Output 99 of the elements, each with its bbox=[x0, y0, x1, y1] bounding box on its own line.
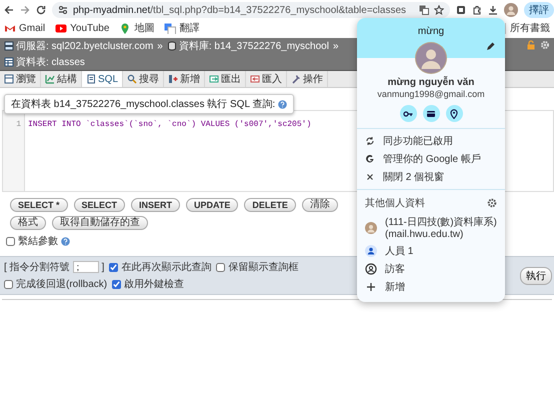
section-heading: 其他個人資料 bbox=[365, 196, 425, 210]
help-icon[interactable] bbox=[61, 236, 70, 246]
menu-item[interactable]: 關閉 2 個視窗 bbox=[357, 168, 505, 186]
video-play-icon bbox=[55, 22, 68, 34]
delimiter-label: [ 指令分割符號 bbox=[4, 260, 70, 274]
settings-icon[interactable] bbox=[487, 198, 497, 208]
translate-icon bbox=[164, 22, 176, 34]
export-icon bbox=[209, 74, 220, 84]
breadcrumb-separator: » bbox=[332, 40, 338, 52]
server-icon bbox=[4, 41, 14, 51]
search-icon bbox=[127, 74, 138, 84]
query-button[interactable]: 格式 bbox=[10, 216, 46, 230]
profile-button[interactable]: 擇評 bbox=[524, 2, 554, 18]
query-button[interactable]: 取得自動儲存的查 bbox=[52, 216, 148, 230]
download-icon[interactable] bbox=[488, 5, 498, 15]
query-button[interactable]: INSERT bbox=[131, 198, 180, 212]
sync-icon bbox=[365, 136, 375, 146]
checkbox-label: 啟用外鍵檢查 bbox=[124, 278, 184, 291]
query-button[interactable]: DELETE bbox=[244, 198, 296, 212]
profile-item[interactable]: (111-日四技(數)資料庫系) (mail.hwu.edu.tw) bbox=[357, 213, 505, 242]
bookmark[interactable]: 翻譯 bbox=[164, 21, 200, 35]
location-icon bbox=[449, 108, 459, 118]
wrench-icon bbox=[291, 74, 302, 84]
close-icon bbox=[365, 172, 375, 182]
table-icon bbox=[4, 74, 14, 84]
key-icon bbox=[403, 108, 413, 118]
gmail-icon bbox=[4, 22, 16, 34]
profile-greeting: mừng bbox=[418, 26, 444, 38]
back-icon[interactable] bbox=[4, 5, 14, 15]
address-bar[interactable]: php-myadmin.net/tbl_sql.php?db=b14_37522276_myschool&table=classes bbox=[52, 2, 450, 18]
table-icon bbox=[4, 57, 14, 67]
line-number: 1 bbox=[15, 120, 21, 129]
bracket: ] bbox=[102, 262, 104, 272]
star-icon[interactable] bbox=[434, 5, 444, 15]
insert-icon bbox=[168, 74, 178, 84]
tab[interactable]: 匯入 bbox=[246, 71, 288, 87]
checkbox[interactable] bbox=[4, 280, 13, 288]
profile-item[interactable]: 新增 bbox=[357, 278, 505, 296]
passwords-button[interactable] bbox=[400, 105, 416, 122]
payment-button[interactable] bbox=[422, 105, 440, 122]
tab[interactable]: 搜尋 bbox=[123, 71, 164, 87]
breadcrumb-separator: » bbox=[157, 40, 163, 52]
profile-item[interactable]: 訪客 bbox=[357, 260, 505, 278]
avatar-icon bbox=[415, 42, 447, 74]
map-pin-icon bbox=[119, 22, 132, 34]
query-button[interactable]: SELECT bbox=[74, 198, 126, 212]
translate-icon[interactable] bbox=[419, 5, 429, 15]
bookmark[interactable]: 地圖 bbox=[119, 21, 154, 35]
help-icon[interactable] bbox=[278, 100, 288, 108]
code-line: INSERT INTO `classes`(`sno`, `cno`) VALUES ('s007','sc205') bbox=[28, 120, 312, 129]
query-button[interactable]: SELECT * bbox=[10, 198, 68, 212]
reload-icon[interactable] bbox=[36, 5, 46, 15]
checkbox[interactable] bbox=[109, 262, 118, 272]
avatar-icon bbox=[365, 222, 377, 234]
bookmark[interactable]: YouTube bbox=[55, 22, 110, 34]
breadcrumb-link[interactable]: 資料表: classes bbox=[16, 55, 85, 69]
checkbox[interactable] bbox=[112, 280, 122, 288]
card-icon bbox=[426, 108, 436, 118]
menu-item[interactable]: 管理你的 Google 帳戶 bbox=[357, 150, 505, 168]
go-button[interactable]: 執行 bbox=[520, 266, 552, 284]
tab[interactable]: 操作 bbox=[287, 71, 328, 87]
avatar-icon[interactable] bbox=[504, 3, 518, 17]
structure-icon bbox=[45, 74, 55, 84]
tab[interactable]: 瀏覽 bbox=[0, 71, 41, 87]
tune-icon bbox=[58, 5, 68, 15]
breadcrumb-link[interactable]: 伺服器: sql202.byetcluster.com bbox=[16, 39, 154, 53]
checkbox-label: 繫結參數 bbox=[18, 234, 58, 248]
checkbox-label: 在此再次顯示此查詢 bbox=[121, 260, 212, 274]
breadcrumb-link[interactable]: 資料庫: b14_37522276_myschool bbox=[178, 39, 329, 53]
guest-icon bbox=[365, 263, 377, 275]
checkbox-label: 保留顯示查詢框 bbox=[228, 260, 298, 274]
all-bookmarks-link[interactable]: 所有書籤 bbox=[510, 21, 550, 35]
url-text: php-myadmin.net/tbl_sql.php?db=b14_37522276_myschool&table=classes bbox=[73, 4, 408, 16]
forward-icon[interactable] bbox=[20, 5, 30, 15]
extensions-icon[interactable] bbox=[472, 5, 482, 15]
profile-name: mừng nguyễn văn bbox=[386, 77, 476, 88]
query-heading: 在資料表 b14_37522276_myschool.classes 執行 SQL 查詢: bbox=[11, 98, 276, 111]
query-button[interactable]: UPDATE bbox=[186, 198, 238, 212]
delimiter-field[interactable]: ; bbox=[72, 261, 99, 273]
google-icon bbox=[365, 154, 375, 164]
checkbox[interactable] bbox=[6, 236, 15, 246]
profile-email: vanmung1998@gmail.com bbox=[376, 89, 486, 99]
media-icon[interactable] bbox=[456, 5, 466, 15]
person-icon bbox=[365, 245, 377, 257]
checkbox-label: 完成後回退(rollback) bbox=[16, 278, 108, 291]
menu-item[interactable]: 同步功能已啟用 bbox=[357, 132, 505, 150]
plus-icon bbox=[365, 281, 377, 293]
tab[interactable]: SQL bbox=[82, 71, 124, 87]
tab[interactable]: 匯出 bbox=[205, 71, 246, 87]
addresses-button[interactable] bbox=[446, 105, 462, 122]
document-icon bbox=[86, 74, 96, 84]
tab[interactable]: 新增 bbox=[164, 71, 206, 87]
database-icon bbox=[166, 41, 177, 51]
profile-item[interactable]: 人員 1 bbox=[357, 242, 505, 260]
edit-icon[interactable] bbox=[486, 42, 495, 51]
bookmark[interactable]: Gmail bbox=[4, 22, 46, 34]
import-icon bbox=[250, 74, 260, 84]
query-button[interactable]: 清除 bbox=[302, 198, 338, 212]
checkbox[interactable] bbox=[216, 262, 226, 272]
